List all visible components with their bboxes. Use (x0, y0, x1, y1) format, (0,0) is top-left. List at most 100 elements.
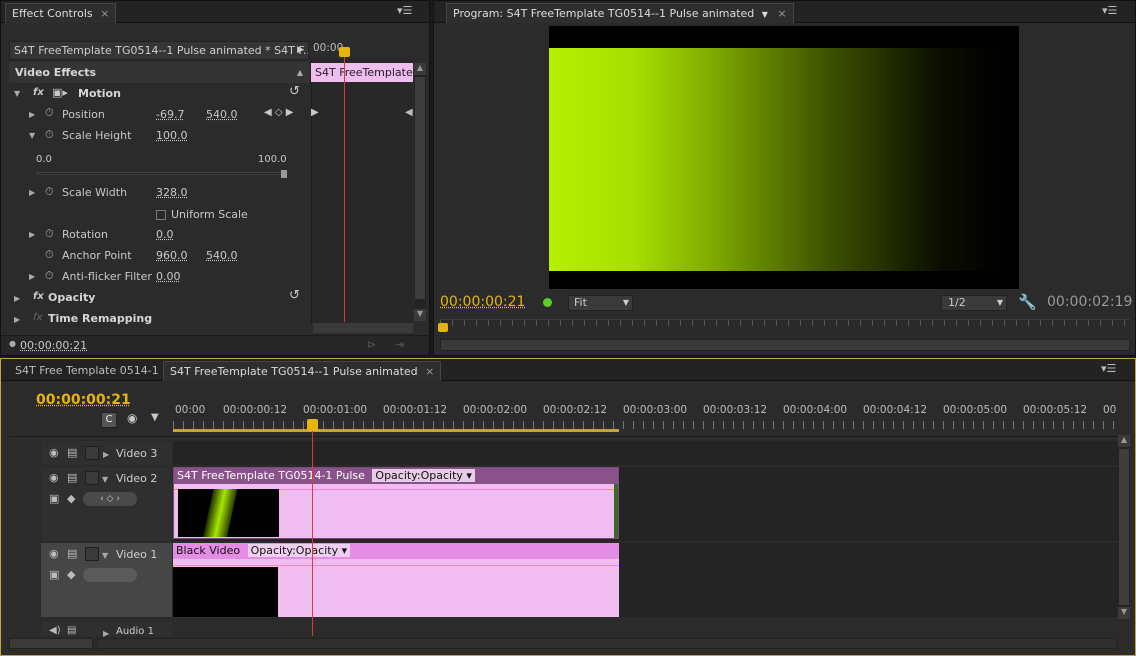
transform-icon[interactable]: ▣▸ (52, 86, 68, 99)
timeline-zoom-slider[interactable] (9, 638, 93, 649)
timeline-horizontal-scrollbar[interactable] (97, 638, 1117, 649)
scroll-thumb[interactable] (1119, 449, 1129, 605)
tab-sequence-1[interactable]: S4T Free Template 0514-1 (9, 361, 165, 381)
timeline-playhead[interactable] (312, 419, 313, 636)
scroll-up-icon[interactable]: ▲ (414, 63, 426, 75)
add-marker-icon[interactable]: ▼ (151, 412, 159, 423)
opacity-expand-icon[interactable]: ▶ (14, 294, 20, 303)
scale-height-value[interactable]: 100.0 (156, 129, 188, 142)
work-area-bar[interactable] (173, 429, 619, 432)
program-playhead-marker-icon[interactable] (438, 323, 448, 332)
tab-program[interactable]: Program: S4T FreeTemplate TG0514--1 Puls… (446, 3, 794, 23)
scroll-thumb[interactable] (415, 77, 425, 299)
scale-height-slider[interactable] (37, 170, 287, 178)
ec-clip-bar[interactable]: S4T FreeTemplate (311, 63, 413, 82)
program-mini-ruler[interactable] (440, 319, 1130, 339)
reset-icon[interactable]: ↺ (289, 84, 300, 99)
stopwatch-icon[interactable]: ⏱ (45, 106, 54, 120)
display-style-icon[interactable]: ▣ (49, 568, 59, 581)
stopwatch-icon[interactable]: ⏱ (45, 227, 54, 241)
timeline-current-time[interactable]: 00:00:00:21 (36, 392, 131, 408)
video1-expand-icon[interactable]: ▼ (102, 551, 108, 560)
keyframe-diamond-icon[interactable]: ◆ (67, 568, 75, 581)
rotation-expand-icon[interactable]: ▶ (29, 230, 35, 239)
v1-opacity-line[interactable] (173, 565, 619, 566)
reset-icon[interactable]: ↺ (289, 288, 300, 303)
ec-vertical-scrollbar[interactable]: ▲ ▼ (414, 63, 426, 321)
tab-sequence-2[interactable]: S4T FreeTemplate TG0514--1 Pulse animate… (163, 361, 442, 381)
scroll-up-icon[interactable]: ▲ (1118, 435, 1130, 447)
uniform-scale-checkbox[interactable] (156, 210, 166, 220)
v2-clip-end-edge[interactable] (614, 484, 618, 538)
film-icon[interactable]: ▤ (67, 471, 77, 484)
eye-icon[interactable]: ◉ (49, 446, 59, 459)
linked-selection-icon[interactable]: ◉ (127, 411, 137, 425)
export-icon[interactable]: ⇥ (395, 338, 404, 351)
ec-horizontal-scrollbar[interactable] (313, 323, 413, 333)
close-icon[interactable]: × (777, 7, 786, 20)
film-icon[interactable]: ▤ (67, 446, 77, 459)
video3-track-area[interactable] (173, 441, 1118, 465)
v1-clip[interactable]: Black Video Opacity:Opacity ▾ (173, 543, 619, 617)
wrench-icon[interactable]: 🔧 (1018, 293, 1037, 311)
program-scrollbar[interactable] (440, 339, 1130, 351)
stopwatch-icon[interactable]: ⏱ (45, 248, 54, 262)
fx-icon[interactable]: fx (33, 87, 44, 98)
panel-menu-icon[interactable]: ▾☰ (397, 4, 412, 17)
lock-toggle[interactable] (85, 547, 99, 561)
slider-thumb[interactable] (281, 170, 287, 178)
film-icon[interactable]: ▤ (67, 547, 77, 560)
anti-flicker-value[interactable]: 0.00 (156, 270, 181, 283)
speaker-icon[interactable]: ◀) (49, 625, 61, 636)
program-current-time[interactable]: 00:00:00:21 (440, 294, 525, 310)
sequence-header[interactable]: S4T FreeTemplate TG0514--1 Pulse animate… (9, 41, 309, 60)
anchor-y-value[interactable]: 540.0 (206, 249, 238, 262)
dropdown-icon[interactable]: ▼ (623, 296, 629, 310)
scale-width-value[interactable]: 328.0 (156, 186, 188, 199)
close-icon[interactable]: × (100, 7, 109, 20)
video-display[interactable] (549, 26, 1019, 289)
stopwatch-icon[interactable]: ⏱ (45, 269, 54, 283)
fit-dropdown[interactable]: Fit ▼ (568, 295, 633, 311)
close-icon[interactable]: × (425, 365, 434, 378)
display-style-icon[interactable]: ▣ (49, 492, 59, 505)
stopwatch-icon[interactable]: ⏱ (45, 185, 54, 199)
ec-keyframe-left-icon[interactable]: ◀ (405, 107, 413, 118)
anti-flicker-expand-icon[interactable]: ▶ (29, 272, 35, 281)
dropdown-icon[interactable]: ▼ (762, 10, 768, 19)
stopwatch-icon[interactable]: ⏱ (45, 128, 54, 142)
snap-icon[interactable]: C (101, 412, 117, 428)
v1-clip-fx[interactable]: Opacity:Opacity ▾ (247, 544, 351, 557)
tab-effect-controls[interactable]: Effect Controls × (5, 3, 117, 23)
play-only-audio-icon[interactable]: ⊳ (367, 338, 376, 351)
resolution-dropdown[interactable]: 1/2 ▼ (941, 295, 1007, 311)
ec-current-time[interactable]: 00:00:00:21 (20, 339, 87, 352)
time-remapping-expand-icon[interactable]: ▶ (14, 315, 20, 324)
audio1-expand-icon[interactable]: ▶ (103, 629, 109, 638)
collapse-up-icon[interactable]: ▲ (297, 62, 303, 83)
scroll-down-icon[interactable]: ▼ (414, 309, 426, 321)
eye-icon[interactable]: ◉ (49, 471, 59, 484)
scale-height-expand-icon[interactable]: ▼ (29, 131, 35, 140)
keyframe-nav-control[interactable]: ‹ ◇ › (83, 492, 137, 506)
eye-icon[interactable]: ◉ (49, 547, 59, 560)
play-arrow-icon[interactable]: ▶ (297, 42, 304, 59)
v2-clip[interactable]: S4T FreeTemplate TG0514-1 Pulse Opacity:… (173, 467, 619, 539)
video2-expand-icon[interactable]: ▼ (102, 475, 108, 484)
scale-width-expand-icon[interactable]: ▶ (29, 188, 35, 197)
keyframe-area[interactable] (311, 59, 413, 324)
lock-toggle[interactable] (85, 471, 99, 485)
ec-playhead-marker-icon[interactable] (339, 47, 350, 57)
fx-icon[interactable]: fx (33, 291, 44, 302)
position-y-value[interactable]: 540.0 (206, 108, 238, 121)
position-expand-icon[interactable]: ▶ (29, 110, 35, 119)
panel-menu-icon[interactable]: ▾☰ (1102, 4, 1117, 17)
position-x-value[interactable]: -69.7 (156, 108, 184, 121)
panel-menu-icon[interactable]: ▾☰ (1101, 362, 1116, 375)
dropdown-icon[interactable]: ▼ (997, 296, 1003, 310)
motion-expand-icon[interactable]: ▼ (14, 89, 20, 98)
timeline-playhead-marker-icon[interactable] (307, 419, 318, 431)
rotation-value[interactable]: 0.0 (156, 228, 174, 241)
timeline-vertical-scrollbar[interactable]: ▲ ▼ (1118, 435, 1130, 619)
keyframe-nav-control[interactable] (83, 568, 137, 582)
